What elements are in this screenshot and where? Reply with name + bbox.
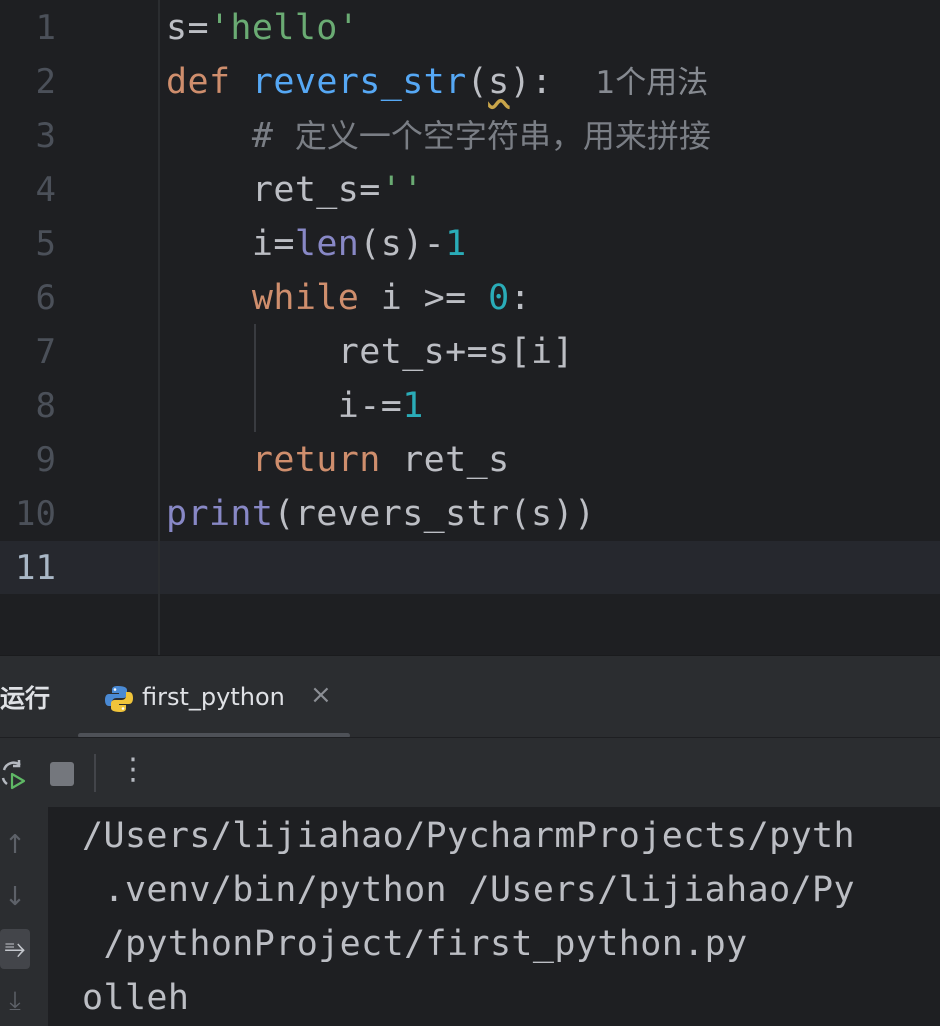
scroll-down-icon[interactable]: ↓ [0, 877, 30, 917]
usages-inlay-hint[interactable]: 1个用法 [596, 65, 709, 101]
code-text: ret_s+=s[i] [337, 332, 574, 372]
paren-close: ): [509, 62, 553, 102]
line-number: 6 [35, 278, 56, 318]
run-panel-header: 运行 first_python × [0, 655, 940, 738]
soft-wrap-icon[interactable]: ⥱ [0, 929, 30, 969]
code-line-6[interactable]: 6 while i >= 0: [0, 271, 940, 325]
code-text: (s)- [359, 224, 446, 264]
keyword: return [251, 440, 381, 480]
builtin-function: len [294, 224, 360, 264]
console-output[interactable]: /Users/lijiahao/PycharmProjects/pyth .ve… [48, 807, 940, 1026]
rerun-icon[interactable] [0, 758, 28, 790]
paren-open: ( [466, 62, 489, 102]
line-number: 9 [35, 440, 56, 480]
keyword: while [251, 278, 360, 318]
code-line-11[interactable]: 11 [0, 541, 940, 595]
console-side-toolbar: ↑ ↓ ⥱ ⤓ [0, 807, 48, 1026]
string-literal: 'hello' [208, 8, 360, 48]
number-literal: 1 [445, 224, 467, 264]
output-line: olleh [82, 978, 190, 1018]
code-line-10[interactable]: 10 print(revers_str(s)) [0, 487, 940, 541]
comment-hash: # [251, 116, 274, 156]
function-name: revers_str [251, 62, 467, 102]
number-literal: 1 [402, 386, 424, 426]
line-number: 7 [35, 332, 56, 372]
code-line-2[interactable]: 2 def revers_str(s): 1个用法 [0, 55, 940, 109]
toolbar-divider [94, 754, 96, 792]
string-literal: '' [380, 170, 424, 210]
tab-label: first_python [142, 683, 285, 711]
code-line-1[interactable]: 1 s='hello' [0, 1, 940, 55]
scroll-to-end-icon[interactable]: ⤓ [0, 981, 30, 1021]
close-icon[interactable]: × [310, 680, 332, 710]
code-line-5[interactable]: 5 i=len(s)-1 [0, 217, 940, 271]
run-panel-title: 运行 [0, 684, 51, 713]
number-literal: 0 [488, 278, 510, 318]
tab-first-python[interactable]: first_python × [78, 656, 350, 738]
code-editor[interactable]: 1 s='hello' 2 def revers_str(s): 1个用法 3 … [0, 0, 940, 655]
run-toolbar: ⋮ [0, 737, 940, 808]
code-text: : [509, 278, 532, 318]
line-number: 1 [35, 8, 56, 48]
line-number: 5 [35, 224, 56, 264]
stop-icon[interactable] [50, 762, 74, 786]
code-line-9[interactable]: 9 return ret_s [0, 433, 940, 487]
code-line-7[interactable]: 7 ret_s+=s[i] [0, 325, 940, 379]
more-options-icon[interactable]: ⋮ [118, 752, 148, 787]
code-text: ret_s= [251, 170, 381, 210]
code-line-4[interactable]: 4 ret_s='' [0, 163, 940, 217]
code-line-3[interactable]: 3 # 定义一个空字符串，用来拼接 [0, 109, 940, 163]
code-text: i >= [359, 278, 489, 318]
line-number: 2 [35, 62, 56, 102]
comment-text: 定义一个空字符串，用来拼接 [294, 117, 711, 155]
parameter-warning[interactable]: s [488, 62, 509, 102]
scroll-up-icon[interactable]: ↑ [0, 825, 30, 865]
code-text: i= [251, 224, 295, 264]
output-line: .venv/bin/python /Users/lijiahao/Py [82, 870, 855, 910]
keyword: def [166, 62, 231, 102]
output-line: /Users/lijiahao/PycharmProjects/pyth [82, 816, 855, 856]
code-text: i-= [337, 386, 403, 426]
output-line: /pythonProject/first_python.py [82, 924, 748, 964]
code-text: ret_s [380, 440, 510, 480]
builtin-function: print [166, 494, 274, 534]
line-number: 11 [15, 548, 56, 588]
line-number: 8 [35, 386, 56, 426]
code-line-8[interactable]: 8 i-=1 [0, 379, 940, 433]
code-text: (revers_str(s)) [273, 494, 596, 534]
line-number: 4 [35, 170, 56, 210]
line-number: 10 [15, 494, 56, 534]
line-number: 3 [35, 116, 56, 156]
python-icon [105, 686, 133, 712]
code-text: s= [166, 8, 209, 48]
